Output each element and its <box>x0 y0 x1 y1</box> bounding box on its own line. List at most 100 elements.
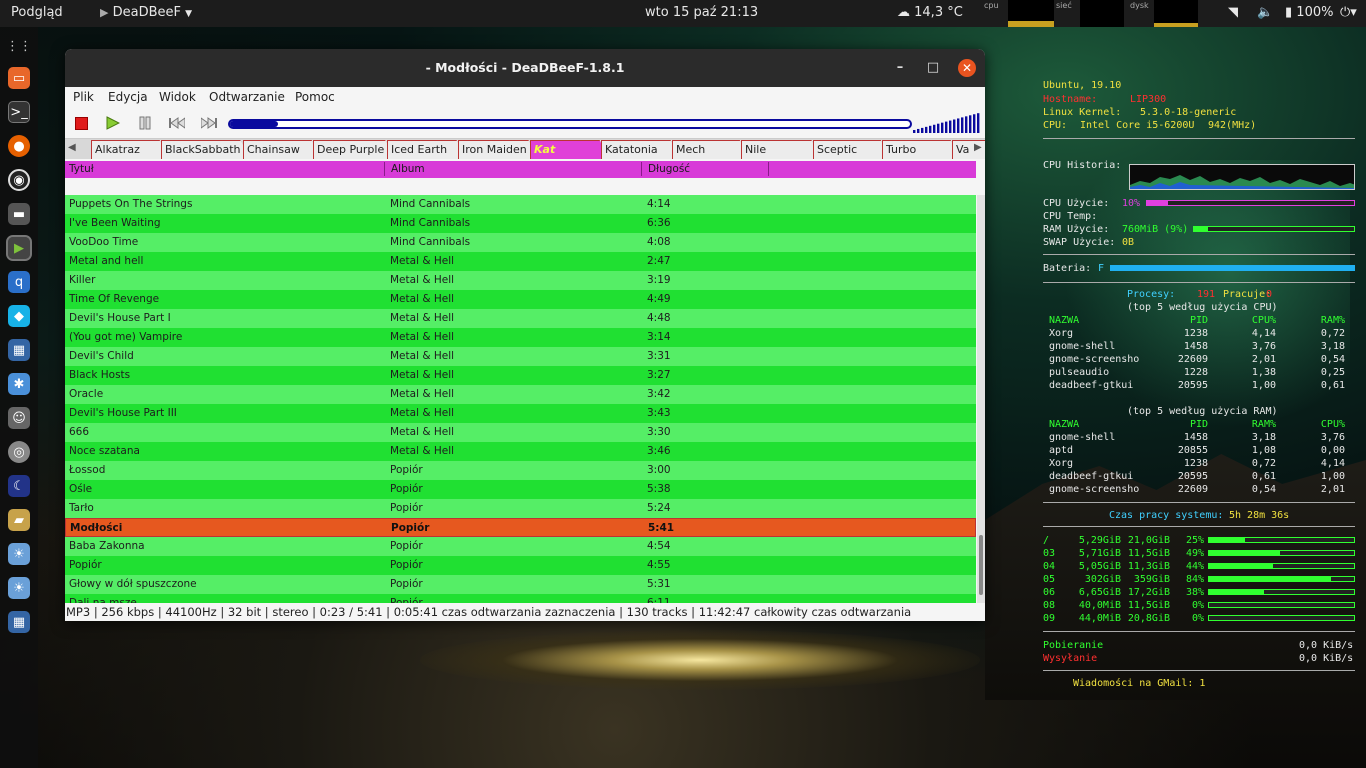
conky-proc-cell: 1,38 <box>1251 367 1276 378</box>
tab-mech[interactable]: Mech <box>672 140 749 159</box>
pause-button[interactable] <box>137 115 153 131</box>
track-album: Popiór <box>390 559 423 571</box>
table-row[interactable]: Metal and hell Metal & Hell 2:47 <box>65 252 976 271</box>
network-graph[interactable]: sieć <box>1056 0 1124 27</box>
tab-blacksabbath[interactable]: BlackSabbath <box>161 140 251 159</box>
apps-grid-icon[interactable]: ⋮⋮ <box>6 35 32 57</box>
conky-proc-cell: gnome-screensho <box>1049 484 1140 495</box>
tab-kat[interactable]: Kat <box>530 140 609 159</box>
battery-indicator[interactable]: ▮ 100% <box>1285 5 1333 20</box>
deadbeef-icon[interactable]: ▶ <box>6 235 32 261</box>
tab-deep-purple[interactable]: Deep Purple <box>313 140 395 159</box>
firefox-icon[interactable]: ● <box>8 135 30 157</box>
tab-turbo[interactable]: Turbo <box>882 140 960 159</box>
table-row[interactable]: (You got me) Vampire Metal & Hell 3:14 <box>65 328 976 347</box>
menu-odtwarzanie[interactable]: Odtwarzanie <box>209 90 285 104</box>
terminal-icon[interactable]: >_ <box>8 101 30 123</box>
tab-chainsaw[interactable]: Chainsaw <box>243 140 321 159</box>
previous-button[interactable] <box>169 115 185 131</box>
column-album[interactable]: Album <box>391 163 425 175</box>
table-row[interactable]: Głowy w dół spuszczone Popiór 5:31 <box>65 575 976 594</box>
qbittorrent-icon[interactable]: q <box>8 271 30 293</box>
disk-percent: 84% <box>1185 574 1204 585</box>
column-separator[interactable] <box>384 162 385 176</box>
next-button[interactable] <box>201 115 217 131</box>
tab-sceptic[interactable]: Sceptic <box>813 140 890 159</box>
minimize-icon[interactable]: – <box>888 49 912 87</box>
activities-button[interactable]: Podgląd <box>11 5 63 20</box>
tab-alkatraz[interactable]: Alkatraz <box>91 140 169 159</box>
folder-icon[interactable]: ▰ <box>8 509 30 531</box>
user-icon[interactable]: ☺ <box>8 407 30 429</box>
column-length[interactable]: Długość <box>648 163 690 175</box>
conky-cpu-temp-label: CPU Temp: <box>1043 211 1098 222</box>
table-row[interactable]: Devil's House Part III Metal & Hell 3:43 <box>65 404 976 423</box>
menu-plik[interactable]: Plik <box>73 90 94 104</box>
power-menu-icon[interactable]: ⏻▾ <box>1340 5 1357 20</box>
obs-icon[interactable]: ◉ <box>8 169 30 191</box>
tab-scroll-left-icon[interactable]: ◀ <box>68 142 76 153</box>
clock[interactable]: wto 15 paź 21:13 <box>645 5 758 20</box>
playlist-scrollbar[interactable] <box>977 195 985 603</box>
track-length: 3:14 <box>647 331 671 343</box>
table-row[interactable]: 666 Metal & Hell 3:30 <box>65 423 976 442</box>
wifi-icon[interactable]: ◥ <box>1228 5 1238 20</box>
weather-icon-2[interactable]: ☀ <box>8 577 30 599</box>
tab-scroll-right-icon[interactable]: ▶ <box>974 142 982 153</box>
weather-indicator[interactable]: ☁ 14,3 °C <box>897 5 963 20</box>
app-menu-button[interactable]: ▶ DeaDBeeF ▼ <box>100 5 192 20</box>
volume-slider[interactable] <box>913 113 983 133</box>
table-row[interactable]: Modłości Popiór 5:41 <box>65 518 976 537</box>
table-row[interactable]: Popiór Popiór 4:55 <box>65 556 976 575</box>
table-row[interactable]: Devil's Child Metal & Hell 3:31 <box>65 347 976 366</box>
scanner-icon[interactable]: ▬ <box>8 203 30 225</box>
tab-iced-earth[interactable]: Iced Earth <box>387 140 466 159</box>
table-row[interactable]: Baba Zakonna Popiór 4:54 <box>65 537 976 556</box>
table-row[interactable]: Killer Metal & Hell 3:19 <box>65 271 976 290</box>
seek-bar[interactable] <box>228 119 912 129</box>
tab-katatonia[interactable]: Katatonia <box>601 140 680 159</box>
table-row[interactable]: Noce szatana Metal & Hell 3:46 <box>65 442 976 461</box>
disk-icon[interactable]: ◎ <box>8 441 30 463</box>
scrollbar-thumb[interactable] <box>979 535 983 595</box>
weather-icon[interactable]: ☀ <box>8 543 30 565</box>
kodi-icon[interactable]: ◆ <box>8 305 30 327</box>
weather-temp: 14,3 °C <box>914 5 963 20</box>
conky-proc-cell: 0,54 <box>1320 354 1345 365</box>
play-button[interactable] <box>105 115 121 131</box>
network-icon[interactable]: ✱ <box>8 373 30 395</box>
column-separator[interactable] <box>641 162 642 176</box>
volume-bar <box>977 113 980 133</box>
files-icon[interactable]: ▭ <box>8 67 30 89</box>
title-bar[interactable]: - Modłości - DeaDBeeF-1.8.1 – □ ✕ <box>65 49 985 87</box>
table-row[interactable]: VooDoo Time Mind Cannibals 4:08 <box>65 233 976 252</box>
menu-widok[interactable]: Widok <box>159 90 196 104</box>
stop-button[interactable] <box>73 115 89 131</box>
tab-nile[interactable]: Nile <box>741 140 821 159</box>
table-row[interactable]: Puppets On The Strings Mind Cannibals 4:14 <box>65 195 976 214</box>
close-icon[interactable]: ✕ <box>958 59 976 77</box>
table-row[interactable]: Łossod Popiór 3:00 <box>65 461 976 480</box>
table-row[interactable]: I've Been Waiting Mind Cannibals 6:36 <box>65 214 976 233</box>
column-title[interactable]: Tytuł <box>69 163 94 175</box>
table-row[interactable]: Devil's House Part I Metal & Hell 4:48 <box>65 309 976 328</box>
stellarium-icon[interactable]: ☾ <box>8 475 30 497</box>
column-separator[interactable] <box>768 162 769 176</box>
volume-icon[interactable]: 🔈 <box>1257 5 1273 20</box>
cpu-graph[interactable]: cpu <box>984 0 1054 27</box>
menu-edycja[interactable]: Edycja <box>108 90 148 104</box>
disk-graph[interactable]: dysk <box>1130 0 1198 27</box>
table-row[interactable]: Tarło Popiór 5:24 <box>65 499 976 518</box>
table-row[interactable]: Dali na mszę Popiór 6:11 <box>65 594 976 603</box>
conky-proc-cell: 2,01 <box>1320 484 1345 495</box>
calculator-icon[interactable]: ▦ <box>8 339 30 361</box>
table-row[interactable]: Black Hosts Metal & Hell 3:27 <box>65 366 976 385</box>
menu-pomoc[interactable]: Pomoc <box>295 90 335 104</box>
table-row[interactable]: Ośle Popiór 5:38 <box>65 480 976 499</box>
table-row[interactable]: Time Of Revenge Metal & Hell 4:49 <box>65 290 976 309</box>
table-row[interactable]: Oracle Metal & Hell 3:42 <box>65 385 976 404</box>
calculator-icon-2[interactable]: ▦ <box>8 611 30 633</box>
tab-iron-maiden[interactable]: Iron Maiden <box>458 140 538 159</box>
maximize-icon[interactable]: □ <box>921 49 945 87</box>
conky-proc-header: RAM% <box>1251 419 1276 430</box>
